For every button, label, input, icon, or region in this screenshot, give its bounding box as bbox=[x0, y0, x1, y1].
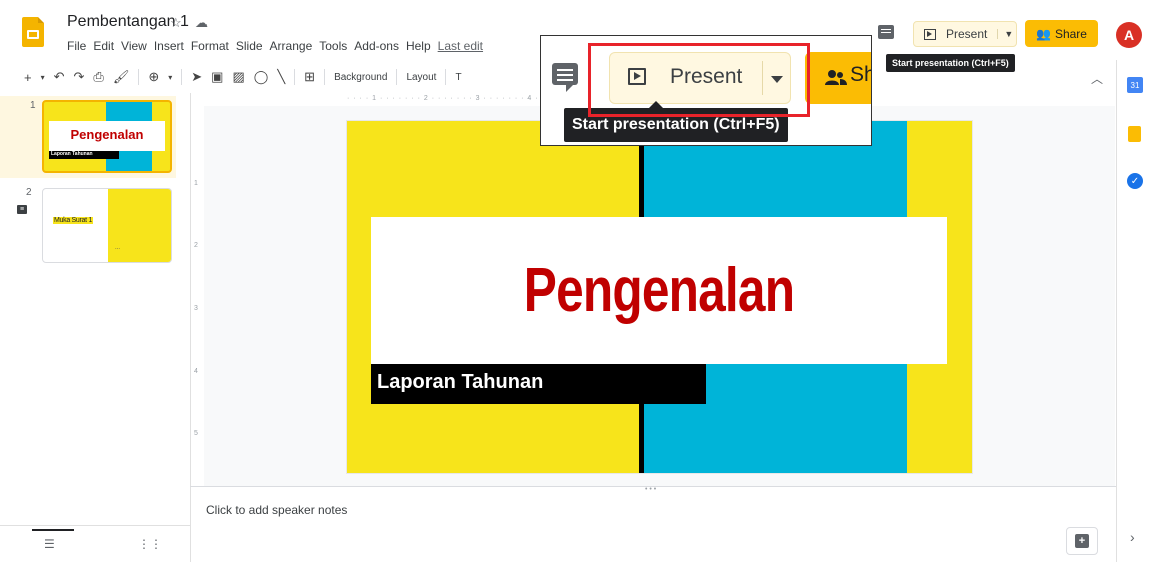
ruler-mark: 1 bbox=[194, 180, 198, 187]
zoom-icon[interactable]: ⊕ bbox=[148, 69, 159, 85]
toolbar-divider bbox=[324, 69, 326, 85]
toolbar-divider bbox=[396, 69, 398, 85]
slide-title[interactable]: Pengenalan bbox=[429, 217, 890, 364]
grid-view-icon[interactable]: ⋮⋮ bbox=[138, 537, 162, 551]
new-slide-dropdown-icon[interactable]: ▾ bbox=[41, 73, 45, 82]
explore-icon[interactable] bbox=[1066, 527, 1098, 555]
star-icon[interactable]: ☆ bbox=[170, 15, 182, 31]
last-edit-link[interactable]: Last edit bbox=[438, 39, 483, 53]
toolbar-divider bbox=[445, 69, 447, 85]
present-button[interactable]: Present ▼ bbox=[913, 21, 1017, 47]
cloud-status-icon[interactable]: ☁ bbox=[195, 15, 208, 31]
undo-icon[interactable]: ↶ bbox=[54, 69, 65, 85]
notes-resize-handle[interactable]: • • • bbox=[645, 486, 656, 493]
zoom-dropdown-icon[interactable]: ▾ bbox=[168, 73, 172, 82]
menu-insert[interactable]: Insert bbox=[154, 39, 184, 53]
slide-thumbnail-1[interactable]: Pengenalan Laporan Tahunan bbox=[42, 100, 172, 173]
shape-icon[interactable]: ◯ bbox=[254, 69, 269, 85]
present-label: Present bbox=[946, 27, 988, 41]
present-dropdown-icon[interactable]: ▼ bbox=[997, 29, 1013, 39]
theme-button[interactable]: T bbox=[455, 72, 461, 83]
select-icon[interactable]: ➤ bbox=[191, 69, 202, 85]
toolbar: + ▾ ↶ ↷ ⎙ 🖌 ⊕ ▾ ➤ ▣ ▨ ◯ ╲ ⊞ Background L… bbox=[24, 66, 462, 88]
ruler-mark: 3 bbox=[194, 305, 198, 312]
text-box-icon[interactable]: ▣ bbox=[211, 69, 223, 85]
menu-edit[interactable]: Edit bbox=[93, 39, 114, 53]
line-icon[interactable]: ╲ bbox=[277, 69, 285, 85]
menu-help[interactable]: Help bbox=[406, 39, 431, 53]
present-icon bbox=[924, 28, 936, 40]
layout-button[interactable]: Layout bbox=[406, 72, 436, 83]
menu-slide[interactable]: Slide bbox=[236, 39, 263, 53]
comment-add-icon[interactable]: ⊞ bbox=[304, 69, 315, 85]
slide-number: 2 bbox=[26, 187, 32, 198]
ruler-mark: 5 bbox=[194, 430, 198, 437]
share-label-zoomed: Sh bbox=[850, 63, 871, 86]
thumb-title: Pengenalan bbox=[70, 127, 144, 142]
calendar-icon[interactable]: 31 bbox=[1127, 77, 1143, 93]
avatar[interactable]: A bbox=[1116, 22, 1142, 48]
menu-file[interactable]: File bbox=[67, 39, 86, 53]
menu-tools[interactable]: Tools bbox=[319, 39, 347, 53]
menu-bar: File Edit View Insert Format Slide Arran… bbox=[67, 39, 483, 53]
highlight-box bbox=[588, 43, 810, 117]
menu-format[interactable]: Format bbox=[191, 39, 229, 53]
redo-icon[interactable]: ↷ bbox=[74, 69, 85, 85]
collapse-menus-icon[interactable]: ︿ bbox=[1091, 70, 1103, 87]
image-icon[interactable]: ▨ bbox=[232, 69, 244, 85]
keep-icon[interactable] bbox=[1128, 126, 1141, 142]
toolbar-divider bbox=[181, 69, 183, 85]
tasks-icon[interactable]: ✓ bbox=[1127, 173, 1143, 189]
thumb2-footer: ... bbox=[115, 245, 121, 251]
background-button[interactable]: Background bbox=[334, 72, 387, 83]
comments-icon[interactable] bbox=[878, 25, 894, 39]
slides-logo-icon[interactable] bbox=[22, 17, 44, 47]
share-button-zoomed: Sh bbox=[805, 52, 871, 104]
share-people-icon: 👥 bbox=[1036, 26, 1051, 41]
new-slide-icon[interactable]: + bbox=[24, 70, 32, 85]
ruler-mark: 4 bbox=[194, 368, 198, 375]
slide-subtitle[interactable]: Laporan Tahunan bbox=[377, 371, 543, 394]
vertical-ruler[interactable]: 1 2 3 4 5 bbox=[192, 100, 204, 485]
speaker-notes-icon: ≡ bbox=[17, 205, 27, 214]
menu-addons[interactable]: Add-ons bbox=[354, 39, 399, 53]
comments-icon-zoomed bbox=[552, 63, 578, 92]
slides-logo-inner bbox=[27, 30, 39, 39]
filmstrip-view-underline bbox=[32, 529, 74, 531]
slide-number: 1 bbox=[30, 100, 36, 111]
slide-thumbnail-2[interactable]: Muka Surat 1 ... bbox=[42, 188, 172, 263]
share-button[interactable]: 👥 Share bbox=[1025, 20, 1098, 47]
menu-arrange[interactable]: Arrange bbox=[270, 39, 313, 53]
toolbar-divider bbox=[294, 69, 296, 85]
share-people-icon bbox=[825, 70, 847, 85]
expand-panel-icon[interactable]: › bbox=[1130, 529, 1135, 545]
present-tooltip: Start presentation (Ctrl+F5) bbox=[886, 54, 1015, 72]
filmstrip-view-icon[interactable]: ☰ bbox=[44, 537, 55, 551]
thumb-subtitle: Laporan Tahunan bbox=[51, 151, 93, 157]
menu-view[interactable]: View bbox=[121, 39, 147, 53]
share-label: Share bbox=[1054, 26, 1087, 41]
speaker-notes-field[interactable]: Click to add speaker notes bbox=[206, 503, 347, 517]
ruler-mark: 2 bbox=[194, 242, 198, 249]
toolbar-divider bbox=[138, 69, 140, 85]
slide-canvas[interactable]: Pengenalan Laporan Tahunan bbox=[347, 121, 972, 473]
print-icon[interactable]: ⎙ bbox=[93, 69, 103, 85]
paint-format-icon[interactable]: 🖌 bbox=[113, 69, 130, 85]
thumb2-title: Muka Surat 1 bbox=[53, 217, 94, 224]
